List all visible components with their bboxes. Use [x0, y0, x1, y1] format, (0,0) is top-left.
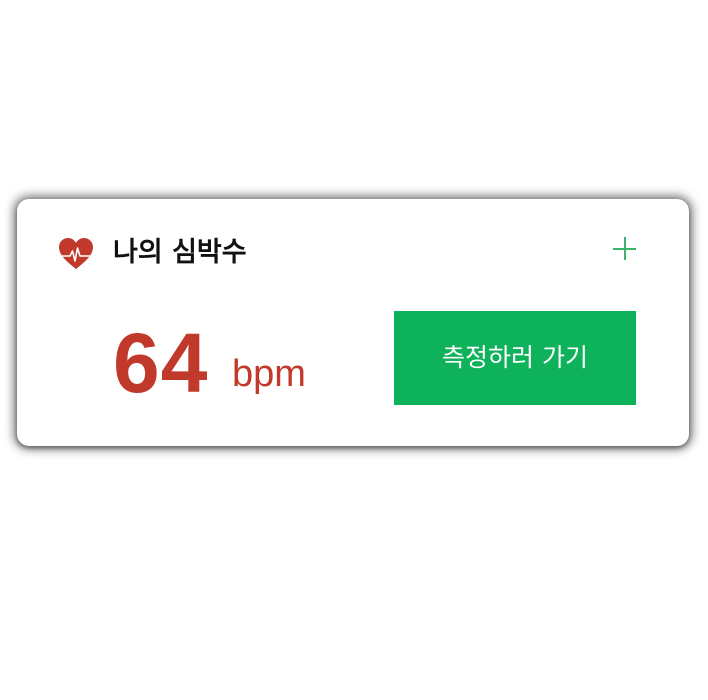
- add-plus-icon[interactable]: [609, 233, 641, 265]
- heart-rate-card: 나의 심박수 64 bpm 측정하러 가기: [17, 199, 689, 446]
- heart-rate-value: 64: [113, 316, 209, 410]
- heart-rate-unit: bpm: [232, 353, 306, 395]
- card-title: 나의 심박수: [113, 237, 247, 268]
- go-measure-button[interactable]: 측정하러 가기: [394, 311, 636, 405]
- heart-rate-icon: [59, 238, 93, 269]
